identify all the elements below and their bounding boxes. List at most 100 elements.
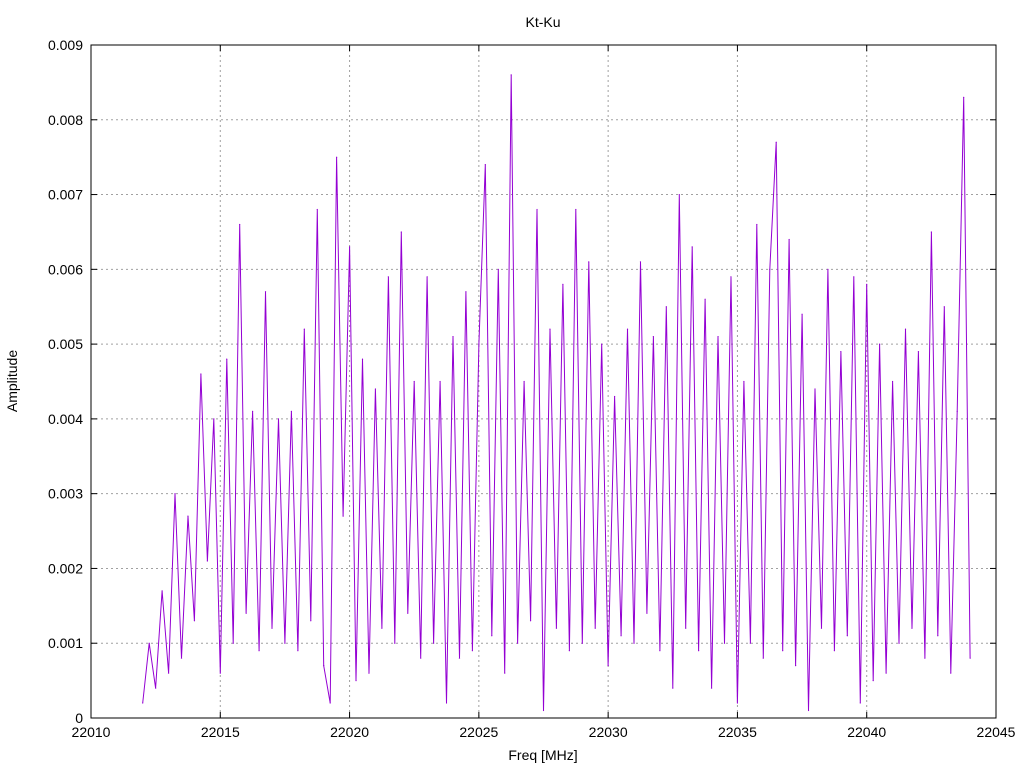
data-point xyxy=(264,291,267,293)
y-axis-label: Amplitude xyxy=(4,350,20,412)
data-point xyxy=(614,395,616,398)
data-point xyxy=(271,627,273,629)
data-point xyxy=(704,298,706,300)
data-point xyxy=(284,642,286,644)
data-point xyxy=(665,306,667,308)
data-point xyxy=(536,208,538,211)
data-point xyxy=(452,336,454,338)
data-point xyxy=(691,246,693,248)
data-point xyxy=(213,418,215,420)
data-point xyxy=(342,515,344,517)
data-point xyxy=(898,642,900,644)
data-point xyxy=(956,410,958,413)
data-point xyxy=(678,193,680,196)
y-tick-label: 0.001 xyxy=(48,635,83,651)
x-tick-label: 22020 xyxy=(330,724,369,740)
data-point xyxy=(193,620,196,622)
data-point xyxy=(626,328,629,330)
data-point xyxy=(588,261,590,263)
data-point xyxy=(891,380,894,383)
data-point xyxy=(394,642,396,644)
y-tick-label: 0 xyxy=(75,710,83,726)
data-point xyxy=(529,620,532,622)
data-point xyxy=(239,223,241,226)
data-point xyxy=(491,635,493,637)
data-point xyxy=(336,156,338,158)
data-point xyxy=(814,388,816,390)
data-point xyxy=(652,336,654,338)
data-point xyxy=(775,141,777,143)
data-point xyxy=(846,635,848,637)
data-point xyxy=(568,650,570,652)
data-point xyxy=(433,642,435,644)
data-point xyxy=(232,642,234,644)
data-point xyxy=(840,350,842,353)
data-point xyxy=(730,276,732,278)
data-point xyxy=(917,350,920,353)
data-point xyxy=(510,74,512,76)
data-point xyxy=(904,328,907,330)
data-point xyxy=(517,642,519,644)
data-point xyxy=(497,268,499,270)
data-point xyxy=(219,672,221,674)
data-point xyxy=(562,283,564,285)
data-point xyxy=(788,238,790,241)
data-point xyxy=(316,208,318,211)
series-line-kt-ku xyxy=(142,74,971,711)
data-point xyxy=(639,261,642,263)
data-point xyxy=(717,336,719,338)
x-tick-label: 22035 xyxy=(718,724,757,740)
data-point xyxy=(400,231,402,233)
data-point xyxy=(807,709,810,712)
data-point xyxy=(950,672,952,674)
data-point xyxy=(277,418,280,420)
data-point xyxy=(633,642,635,644)
data-point xyxy=(930,231,932,233)
tick-layer: 22010 22015 22020 22025 22030 22035 22040 22045… xyxy=(48,37,1016,740)
data-point xyxy=(646,612,648,614)
data-point xyxy=(504,672,506,674)
data-point xyxy=(943,306,945,308)
data-point xyxy=(782,650,784,652)
y-tick-label: 0.002 xyxy=(48,560,83,576)
data-point xyxy=(310,620,312,622)
series-layer xyxy=(142,74,971,712)
data-point xyxy=(859,702,861,704)
data-point xyxy=(361,358,364,360)
data-point xyxy=(801,313,803,315)
data-point xyxy=(167,672,170,674)
data-point xyxy=(407,612,409,614)
data-point xyxy=(374,388,377,390)
data-point xyxy=(187,515,189,517)
data-point xyxy=(368,672,370,674)
data-point xyxy=(303,328,305,330)
y-tick-label: 0.004 xyxy=(48,411,83,427)
data-point xyxy=(723,642,726,644)
x-tick-label: 22010 xyxy=(72,724,111,740)
data-point xyxy=(607,665,609,667)
data-point xyxy=(245,612,247,614)
data-point xyxy=(348,246,351,248)
data-point xyxy=(853,276,855,278)
data-point xyxy=(866,283,868,285)
data-point xyxy=(206,560,208,562)
data-point xyxy=(174,493,176,495)
data-point xyxy=(736,702,739,704)
data-point xyxy=(420,657,422,659)
data-point xyxy=(581,642,583,644)
data-point xyxy=(672,687,674,689)
data-point xyxy=(445,702,448,704)
data-point xyxy=(200,373,202,375)
data-point xyxy=(478,343,480,345)
data-point xyxy=(827,268,829,270)
data-point xyxy=(297,650,299,652)
data-point xyxy=(685,627,687,629)
data-point xyxy=(323,665,325,667)
data-point xyxy=(142,702,144,704)
data-point xyxy=(387,276,389,278)
data-point xyxy=(155,687,157,689)
data-point xyxy=(885,672,887,674)
data-point xyxy=(542,709,545,712)
data-point xyxy=(756,223,758,226)
x-tick-label: 22030 xyxy=(589,724,628,740)
